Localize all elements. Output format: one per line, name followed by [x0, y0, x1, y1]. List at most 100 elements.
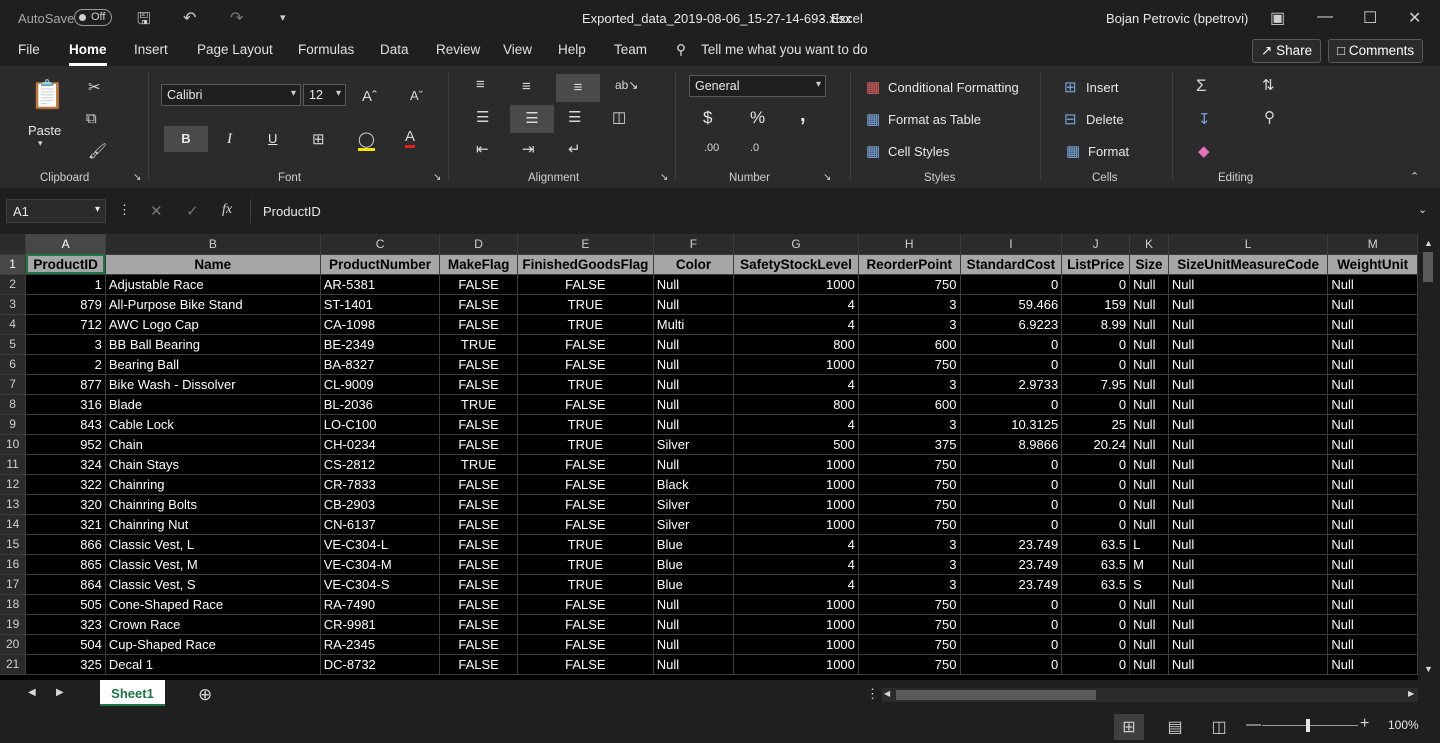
- cell[interactable]: Null: [653, 274, 735, 295]
- align-top-icon[interactable]: ≡: [476, 76, 485, 93]
- cell[interactable]: 2.9733: [960, 374, 1063, 395]
- clipboard-launcher-icon[interactable]: ↘: [133, 172, 141, 183]
- cell[interactable]: 3: [858, 314, 961, 335]
- cell[interactable]: 8.99: [1061, 314, 1131, 335]
- cell[interactable]: 750: [858, 354, 961, 375]
- cell[interactable]: 63.5: [1061, 574, 1131, 595]
- cell[interactable]: 0: [960, 334, 1063, 355]
- next-sheet-icon[interactable]: ▶: [56, 687, 64, 698]
- cell[interactable]: 375: [858, 434, 961, 455]
- cell[interactable]: 2: [25, 354, 106, 375]
- alignment-launcher-icon[interactable]: ↘: [660, 172, 668, 183]
- cell[interactable]: 4: [733, 414, 859, 435]
- font-launcher-icon[interactable]: ↘: [433, 172, 441, 183]
- cell[interactable]: ReorderPoint: [858, 254, 961, 275]
- cell[interactable]: FALSE: [439, 654, 518, 675]
- cell[interactable]: 320: [25, 494, 106, 515]
- increase-decimal-icon[interactable]: .00: [704, 142, 719, 154]
- cell[interactable]: Black: [653, 474, 735, 495]
- cell[interactable]: 0: [960, 274, 1063, 295]
- insert-function-button[interactable]: fx: [222, 202, 232, 218]
- cell[interactable]: FALSE: [439, 314, 518, 335]
- cell[interactable]: 865: [25, 554, 106, 575]
- percent-button[interactable]: %: [750, 108, 765, 128]
- share-button[interactable]: ↗ Share: [1252, 39, 1322, 63]
- cell[interactable]: Name: [105, 254, 321, 275]
- cell[interactable]: Null: [1129, 274, 1169, 295]
- cell[interactable]: Null: [1168, 314, 1329, 335]
- cell[interactable]: TRUE: [517, 374, 654, 395]
- cell[interactable]: WeightUnit: [1327, 254, 1418, 275]
- cell[interactable]: 800: [733, 394, 859, 415]
- decrease-decimal-icon[interactable]: .0: [750, 142, 759, 154]
- cell[interactable]: FALSE: [517, 494, 654, 515]
- paste-button-label[interactable]: Paste: [28, 123, 61, 138]
- align-bottom-icon[interactable]: ≡: [556, 74, 600, 102]
- row-header[interactable]: 15: [0, 534, 27, 555]
- cell[interactable]: TRUE: [517, 554, 654, 575]
- cell[interactable]: 750: [858, 594, 961, 615]
- scroll-right-icon[interactable]: ▶: [1408, 689, 1414, 698]
- merge-center-icon[interactable]: ◫: [612, 108, 626, 126]
- italic-button[interactable]: I: [227, 131, 232, 148]
- cell[interactable]: 20.24: [1061, 434, 1131, 455]
- cell[interactable]: 4: [733, 374, 859, 395]
- cell[interactable]: FALSE: [517, 394, 654, 415]
- cell[interactable]: Adjustable Race: [105, 274, 321, 295]
- expand-formula-bar-icon[interactable]: ⌄: [1418, 203, 1427, 216]
- cell[interactable]: Null: [1327, 274, 1418, 295]
- cell[interactable]: VE-C304-L: [320, 534, 441, 555]
- column-header[interactable]: K: [1129, 234, 1169, 255]
- cell[interactable]: TRUE: [439, 394, 518, 415]
- cell[interactable]: FALSE: [517, 474, 654, 495]
- format-painter-icon[interactable]: 🖌: [88, 142, 107, 160]
- cell[interactable]: 0: [1061, 654, 1131, 675]
- fill-color-icon[interactable]: ◯: [358, 130, 375, 151]
- copy-icon[interactable]: ⧉: [86, 110, 97, 127]
- cell[interactable]: ProductNumber: [320, 254, 441, 275]
- cell[interactable]: Null: [1168, 574, 1329, 595]
- cell[interactable]: 23.749: [960, 534, 1063, 555]
- cell[interactable]: Null: [1129, 314, 1169, 335]
- cell[interactable]: 843: [25, 414, 106, 435]
- tab-split-icon[interactable]: ⋮: [866, 686, 879, 702]
- cell[interactable]: M: [1129, 554, 1169, 575]
- cell[interactable]: 750: [858, 614, 961, 635]
- cell[interactable]: ListPrice: [1061, 254, 1131, 275]
- cell[interactable]: FALSE: [439, 554, 518, 575]
- cell[interactable]: Null: [1327, 474, 1418, 495]
- column-header[interactable]: L: [1168, 234, 1329, 255]
- cell[interactable]: BE-2349: [320, 334, 441, 355]
- cell[interactable]: Blue: [653, 554, 735, 575]
- cell[interactable]: FinishedGoodsFlag: [517, 254, 654, 275]
- cell[interactable]: Classic Vest, S: [105, 574, 321, 595]
- tab-review[interactable]: Review: [436, 42, 480, 57]
- cell[interactable]: 1000: [733, 614, 859, 635]
- redo-icon[interactable]: ↷: [230, 8, 243, 28]
- cell[interactable]: CL-9009: [320, 374, 441, 395]
- cell[interactable]: 3: [858, 294, 961, 315]
- cell[interactable]: 324: [25, 454, 106, 475]
- cell[interactable]: 0: [1061, 614, 1131, 635]
- cell[interactable]: 4: [733, 574, 859, 595]
- cell[interactable]: Null: [1168, 354, 1329, 375]
- delete-cells-button[interactable]: Delete: [1086, 112, 1124, 127]
- tab-view[interactable]: View: [503, 42, 532, 57]
- cell[interactable]: 0: [960, 494, 1063, 515]
- cell[interactable]: 63.5: [1061, 554, 1131, 575]
- cell[interactable]: LO-C100: [320, 414, 441, 435]
- cell[interactable]: Silver: [653, 514, 735, 535]
- maximize-icon[interactable]: ☐: [1363, 8, 1377, 28]
- font-size-select[interactable]: 12: [303, 84, 346, 106]
- cell[interactable]: TRUE: [439, 454, 518, 475]
- cell[interactable]: Null: [653, 394, 735, 415]
- cell[interactable]: TRUE: [517, 534, 654, 555]
- conditional-formatting-button[interactable]: Conditional Formatting: [888, 80, 1019, 95]
- cell[interactable]: FALSE: [439, 274, 518, 295]
- enter-icon[interactable]: ✓: [186, 202, 199, 220]
- cell[interactable]: Null: [1168, 514, 1329, 535]
- cell[interactable]: 0: [960, 514, 1063, 535]
- cell[interactable]: FALSE: [439, 594, 518, 615]
- cell[interactable]: FALSE: [439, 514, 518, 535]
- cell[interactable]: Null: [1168, 334, 1329, 355]
